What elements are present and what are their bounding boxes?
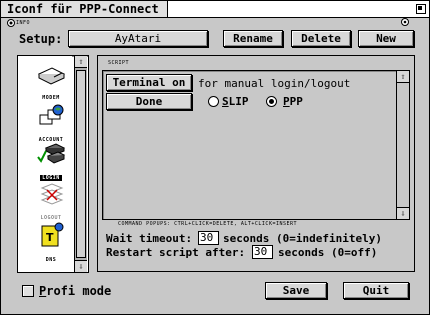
script-box: Terminal on for manual login/logout Done… xyxy=(102,70,410,220)
restart-script-field[interactable]: 30 xyxy=(252,245,273,259)
script-scrollbar[interactable]: ⇧ ⇩ xyxy=(396,71,409,219)
settings-panel: SCRIPT Terminal on for manual login/logo… xyxy=(97,55,415,272)
scroll-down-icon[interactable]: ⇩ xyxy=(397,207,409,219)
sidebar-scroll-thumb[interactable] xyxy=(76,70,86,258)
ppp-radio[interactable] xyxy=(266,96,277,107)
sidebar-item-logout[interactable]: LOGOUT xyxy=(28,182,74,222)
command-popups-hint: COMMAND POPUPS: CTRL+CLICK=DELETE, ALT+C… xyxy=(118,221,298,227)
wait-timeout-label: Wait timeout: xyxy=(106,232,193,245)
account-icon xyxy=(39,104,64,125)
new-button[interactable]: New xyxy=(358,30,414,47)
window-close-icon[interactable] xyxy=(416,4,426,14)
sidebar-item-label: MODEM xyxy=(42,95,60,101)
done-button[interactable]: Done xyxy=(106,93,192,110)
wait-timeout-field[interactable]: 30 xyxy=(198,231,219,245)
profi-mode-checkbox[interactable] xyxy=(22,285,34,297)
iconify-icon[interactable] xyxy=(400,18,410,26)
sidebar-item-login[interactable]: LOGIN xyxy=(28,142,74,182)
window-title[interactable]: Iconf für PPP-Connect xyxy=(1,1,168,17)
sidebar-item-label: DNS xyxy=(45,257,57,263)
script-group-label: SCRIPT xyxy=(108,60,130,66)
restart-script-suffix: seconds (0=off) xyxy=(278,246,378,259)
info-label: INFO xyxy=(16,20,31,26)
restart-script-label: Restart script after: xyxy=(106,246,246,259)
sidebar-item-account[interactable]: ACCOUNT xyxy=(28,104,74,144)
sidebar-item-dns[interactable]: T DNS xyxy=(28,222,74,264)
slip-label[interactable]: SLIP xyxy=(222,95,249,108)
sidebar-item-label: LOGOUT xyxy=(40,215,62,221)
svg-text:T: T xyxy=(46,231,54,244)
sidebar-item-modem[interactable]: MODEM xyxy=(28,64,74,102)
dialog-window: Iconf für PPP-Connect INFO Setup: AyAtar… xyxy=(0,0,430,315)
logout-icon xyxy=(40,183,64,205)
ppp-label[interactable]: PPP xyxy=(283,95,303,108)
scroll-down-icon[interactable]: ⇩ xyxy=(75,260,87,272)
terminal-on-button[interactable]: Terminal on xyxy=(106,74,192,91)
dns-icon: T xyxy=(41,222,64,247)
delete-button[interactable]: Delete xyxy=(291,30,351,47)
modem-icon xyxy=(37,67,66,85)
scroll-up-icon[interactable]: ⇧ xyxy=(397,71,409,83)
scroll-up-icon[interactable]: ⇧ xyxy=(75,56,87,68)
save-button[interactable]: Save xyxy=(265,282,327,299)
sidebar-scrollbar[interactable]: ⇧ ⇩ xyxy=(74,56,87,272)
wait-timeout-suffix: seconds (0=indefinitely) xyxy=(223,232,382,245)
slip-radio[interactable] xyxy=(208,96,219,107)
login-icon xyxy=(37,143,66,164)
setup-label: Setup: xyxy=(19,32,63,46)
terminal-description: for manual login/logout xyxy=(198,77,351,90)
module-list: MODEM ACCOUNT LOGIN LOGOUT T DNS ⇧ ⇩ xyxy=(17,55,89,273)
quit-button[interactable]: Quit xyxy=(343,282,409,299)
sidebar-item-label: LOGIN xyxy=(40,175,62,181)
setup-popup[interactable]: AyAtari xyxy=(68,30,208,47)
rename-button[interactable]: Rename xyxy=(223,30,283,47)
title-bar[interactable]: Iconf für PPP-Connect xyxy=(1,1,429,18)
profi-mode-label[interactable]: Profi mode xyxy=(39,284,111,298)
